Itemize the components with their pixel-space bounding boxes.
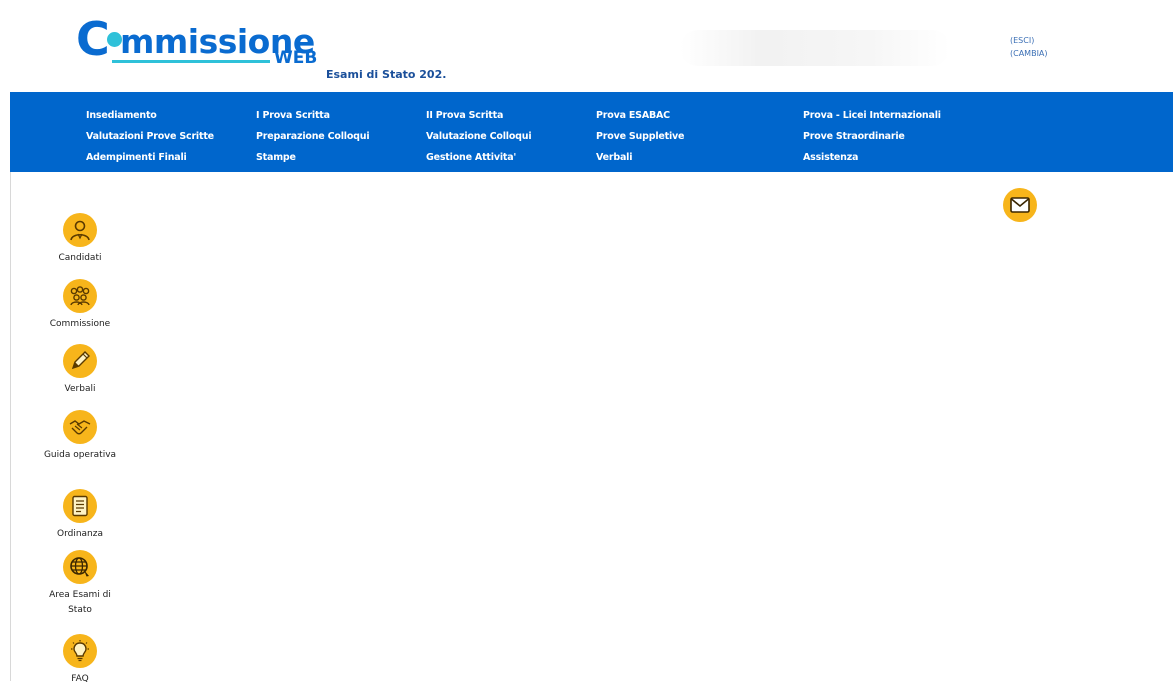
header: C mmissione WEB Esami di Stato 202. (ESC… — [10, 0, 1173, 92]
sidebar-label: Commissione — [49, 319, 111, 329]
sidebar-label: Area Esami di Stato — [49, 590, 111, 615]
sidebar-item-commissione[interactable]: Commissione — [40, 279, 120, 332]
nav-prova-esabac[interactable]: Prova ESABAC — [596, 105, 684, 126]
nav-column-4: Prova ESABAC Prove Suppletive Verbali — [596, 105, 684, 168]
nav-column-1: Insediamento Valutazioni Prove Scritte A… — [86, 105, 214, 168]
logo-web: WEB — [274, 48, 318, 68]
pencil-icon — [63, 344, 97, 378]
logo-underline — [112, 60, 270, 63]
lightbulb-icon — [63, 634, 97, 668]
nav-column-3: II Prova Scritta Valutazione Colloqui Ge… — [426, 105, 532, 168]
person-icon — [63, 213, 97, 247]
nav-valutazione-colloqui[interactable]: Valutazione Colloqui — [426, 126, 532, 147]
nav-adempimenti-finali[interactable]: Adempimenti Finali — [86, 147, 214, 168]
sidebar-item-candidati[interactable]: Candidati — [40, 213, 120, 266]
logo[interactable]: C mmissione WEB — [76, 12, 326, 78]
sidebar-label: Candidati — [58, 253, 102, 263]
nav-valutazioni-prove-scritte[interactable]: Valutazioni Prove Scritte — [86, 126, 214, 147]
nav-preparazione-colloqui[interactable]: Preparazione Colloqui — [256, 126, 370, 147]
main-nav: Insediamento Valutazioni Prove Scritte A… — [10, 92, 1173, 172]
mail-button[interactable] — [1003, 188, 1037, 222]
group-icon — [63, 279, 97, 313]
nav-stampe[interactable]: Stampe — [256, 147, 369, 168]
nav-ii-prova-scritta[interactable]: II Prova Scritta — [426, 105, 531, 126]
change-link[interactable]: (CAMBIA) — [1010, 47, 1048, 60]
user-links: (ESCI) (CAMBIA) — [1010, 34, 1048, 60]
document-icon — [63, 489, 97, 523]
blurred-user-info — [680, 30, 950, 66]
handshake-icon — [63, 410, 97, 444]
nav-i-prova-scritta[interactable]: I Prova Scritta — [256, 105, 369, 126]
sidebar-label: Verbali — [64, 384, 96, 394]
sidebar-item-verbali[interactable]: Verbali — [40, 344, 120, 397]
nav-verbali[interactable]: Verbali — [596, 147, 684, 168]
sidebar-label: Ordinanza — [56, 529, 103, 539]
globe-icon — [63, 550, 97, 584]
sidebar-label: FAQ — [71, 674, 89, 684]
sidebar-item-faq[interactable]: FAQ — [40, 634, 120, 687]
mail-icon — [1010, 197, 1030, 213]
nav-insediamento[interactable]: Insediamento — [86, 105, 214, 126]
nav-assistenza[interactable]: Assistenza — [803, 147, 941, 168]
nav-gestione-attivita[interactable]: Gestione Attivita' — [426, 147, 531, 168]
nav-prove-suppletive[interactable]: Prove Suppletive — [596, 126, 684, 147]
nav-prove-straordinarie[interactable]: Prove Straordinarie — [803, 126, 941, 147]
logout-link[interactable]: (ESCI) — [1010, 34, 1048, 47]
sidebar-item-ordinanza[interactable]: Ordinanza — [40, 489, 120, 542]
nav-prova-licei-internazionali[interactable]: Prova - Licei Internazionali — [803, 105, 941, 126]
sidebar-item-guida-operativa[interactable]: Guida operativa — [40, 410, 120, 463]
sidebar-label: Guida operativa — [43, 450, 117, 460]
logo-c: C — [76, 12, 110, 66]
nav-column-5: Prova - Licei Internazionali Prove Strao… — [803, 105, 941, 168]
nav-column-2: I Prova Scritta Preparazione Colloqui St… — [256, 105, 370, 168]
subtitle: Esami di Stato 202. — [326, 68, 447, 81]
sidebar-item-area-esami-di-stato[interactable]: Area Esami di Stato — [40, 550, 120, 618]
